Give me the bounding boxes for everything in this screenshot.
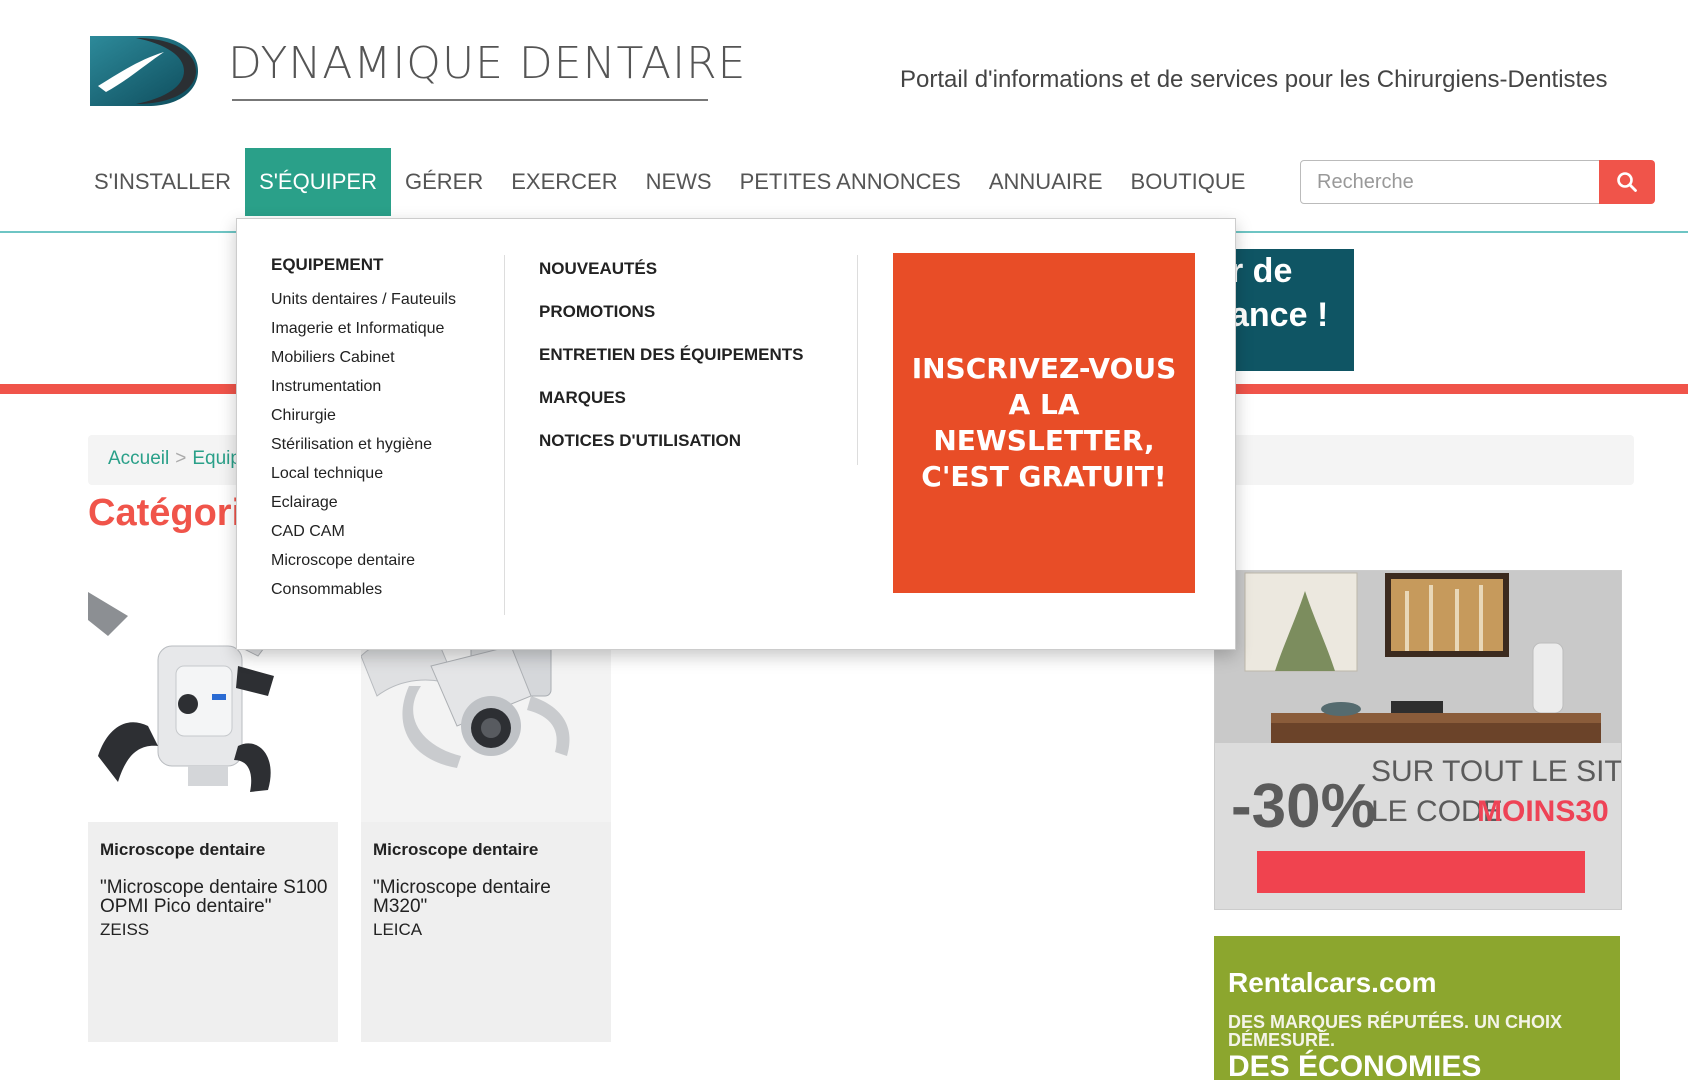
equiper-dropdown-menu: EQUIPEMENT Units dentaires / Fauteuils I… [236, 218, 1236, 650]
nav-item-news[interactable]: NEWS [632, 148, 726, 216]
search-icon [1617, 172, 1637, 192]
menu-item-imagerie[interactable]: Imagerie et Informatique [271, 314, 501, 343]
product-category: Microscope dentaire [100, 840, 266, 859]
nav-item-s-equiper[interactable]: S'ÉQUIPER [245, 148, 391, 216]
product-brand: ZEISS [100, 920, 150, 939]
secondary-column: NOUVEAUTÉS PROMOTIONS ENTRETIEN DES ÉQUI… [539, 259, 829, 474]
tagline: Portail d'informations et de services po… [900, 66, 1608, 93]
equipement-column: EQUIPEMENT Units dentaires / Fauteuils I… [271, 255, 501, 604]
nav-item-boutique[interactable]: BOUTIQUE [1117, 148, 1260, 216]
breadcrumb-current[interactable]: Equip [192, 448, 241, 469]
breadcrumb-separator: > [175, 448, 187, 469]
page-title: Catégori [88, 492, 243, 534]
ad2-line1: DES MARQUES RÉPUTÉES. UN CHOIX [1228, 1011, 1562, 1032]
promo-banner[interactable]: r de ance ! [1218, 249, 1354, 371]
newsletter-text: INSCRIVEZ-VOUS A LA NEWSLETTER, C'EST GR… [911, 352, 1177, 493]
menu-divider [857, 255, 858, 465]
ad1-line1: SUR TOUT LE SITE AVEC [1371, 755, 1621, 788]
ad1-code: MOINS30 [1477, 795, 1609, 828]
menu-item-mobiliers[interactable]: Mobiliers Cabinet [271, 343, 501, 372]
banner-line-1: r de [1230, 252, 1293, 290]
logo-icon[interactable] [88, 34, 200, 108]
search-input[interactable] [1300, 160, 1600, 204]
menu-divider [504, 255, 505, 615]
menu-item-microscope[interactable]: Microscope dentaire [271, 546, 501, 575]
product-category: Microscope dentaire [373, 840, 539, 859]
equipement-heading[interactable]: EQUIPEMENT [271, 255, 501, 275]
menu-item-instrumentation[interactable]: Instrumentation [271, 372, 501, 401]
menu-item-local-technique[interactable]: Local technique [271, 459, 501, 488]
product-name[interactable]: "Microscope dentaire S100 OPMI Pico dent… [100, 878, 330, 916]
site-name[interactable]: DYNAMIQUE DENTAIRE [228, 38, 746, 89]
newsletter-signup-banner[interactable]: INSCRIVEZ-VOUS A LA NEWSLETTER, C'EST GR… [893, 253, 1195, 593]
menu-item-sterilisation[interactable]: Stérilisation et hygiène [271, 430, 501, 459]
product-brand: LEICA [373, 920, 423, 939]
nav-item-petites-annonces[interactable]: PETITES ANNONCES [726, 148, 975, 216]
breadcrumb-text: Accueil > Equip [108, 448, 241, 470]
menu-item-chirurgie[interactable]: Chirurgie [271, 401, 501, 430]
ad1-discount: -30% [1231, 772, 1376, 841]
menu-item-consommables[interactable]: Consommables [271, 575, 501, 604]
main-nav: S'INSTALLER S'ÉQUIPER GÉRER EXERCER NEWS… [80, 148, 1259, 216]
banner-line-2: ance ! [1230, 296, 1329, 334]
ad2-line2: DÉMESURÉ. [1228, 1029, 1335, 1050]
ad2-line3: DES ÉCONOMIES [1228, 1049, 1481, 1080]
logo-underline [232, 99, 708, 101]
search-button[interactable] [1599, 160, 1655, 204]
menu-item-marques[interactable]: MARQUES [539, 388, 829, 431]
nav-item-exercer[interactable]: EXERCER [497, 148, 631, 216]
nav-item-annuaire[interactable]: ANNUAIRE [975, 148, 1117, 216]
nav-item-gerer[interactable]: GÉRER [391, 148, 497, 216]
ad1-cta-button[interactable] [1257, 851, 1585, 893]
menu-item-nouveautes[interactable]: NOUVEAUTÉS [539, 259, 829, 302]
menu-item-entretien[interactable]: ENTRETIEN DES ÉQUIPEMENTS [539, 345, 829, 388]
menu-item-promotions[interactable]: PROMOTIONS [539, 302, 829, 345]
menu-item-cad-cam[interactable]: CAD CAM [271, 517, 501, 546]
menu-item-eclairage[interactable]: Eclairage [271, 488, 501, 517]
ad-banner-discount[interactable]: -30% SUR TOUT LE SITE AVEC LE CODE MOINS… [1214, 570, 1622, 910]
nav-item-s-installer[interactable]: S'INSTALLER [80, 148, 245, 216]
ad-banner-rentalcars[interactable]: Rentalcars.com DES MARQUES RÉPUTÉES. UN … [1214, 936, 1620, 1080]
menu-item-units-dentaires[interactable]: Units dentaires / Fauteuils [271, 285, 501, 314]
menu-item-notices[interactable]: NOTICES D'UTILISATION [539, 431, 829, 474]
breadcrumb-home[interactable]: Accueil [108, 448, 169, 469]
ad2-brand: Rentalcars.com [1228, 967, 1437, 998]
product-name[interactable]: "Microscope dentaire M320" [373, 878, 603, 916]
